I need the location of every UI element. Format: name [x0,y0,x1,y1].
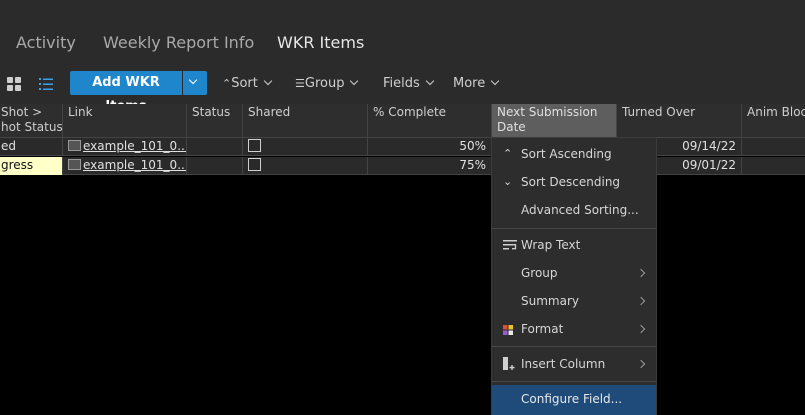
col-label: Anim Block [747,105,805,119]
col-label: Status [192,105,231,119]
film-icon [68,140,81,151]
fields-menu[interactable]: Fields [383,76,435,91]
tab-activity[interactable]: Activity [16,33,76,52]
chevron-right-icon [636,296,646,306]
col-label: Next Submission [497,105,598,119]
sort-descending-icon: ⌄ [503,175,513,188]
menu-divider [492,381,656,382]
sort-ascending-icon: ⌃ [503,147,513,160]
menu-sort-descending[interactable]: ⌄ Sort Descending [492,169,656,195]
chevron-right-icon [636,359,646,369]
cell-shared[interactable] [242,138,367,156]
group-icon: ☰ [295,77,305,90]
menu-divider [492,228,656,229]
menu-item-label: Insert Column [521,357,606,371]
col-status[interactable]: Status [186,104,242,138]
col-next-submission-date[interactable]: Next Submission Date [491,104,616,138]
menu-item-label: Sort Ascending [521,147,612,161]
col-shot-status[interactable]: Shot > hot Status [0,104,62,138]
col-label: Shared [248,105,291,119]
cell-link[interactable]: example_101_0... [62,157,186,175]
menu-sort-ascending[interactable]: ⌃ Sort Ascending [492,141,656,167]
chevron-right-icon [636,324,646,334]
col-turned-over[interactable]: Turned Over [616,104,741,138]
cell-link[interactable]: example_101_0... [62,138,186,156]
col-label: Date [497,120,526,134]
menu-item-label: Sort Descending [521,175,621,189]
menu-divider [492,346,656,347]
column-context-menu: ⌃ Sort Ascending ⌄ Sort Descending Advan… [491,137,657,415]
cell-status[interactable] [186,138,242,156]
col-anim-block[interactable]: Anim Block [741,104,805,138]
link[interactable]: example_101_0... [83,158,186,172]
cell-percent-complete[interactable]: 75% [367,157,491,175]
col-label: Turned Over [622,105,696,119]
col-label: Shot > [1,105,43,119]
sort-label: Sort [231,76,258,91]
menu-summary[interactable]: Summary [492,288,656,314]
more-menu[interactable]: More [453,76,500,91]
shared-checkbox[interactable] [248,158,261,171]
chevron-down-icon [350,76,359,86]
col-shared[interactable]: Shared [242,104,367,138]
add-wkr-items-button[interactable]: Add WKR Items [70,71,182,114]
cell-status[interactable] [186,157,242,175]
col-label: % Complete [373,105,447,119]
wrap-text-icon [503,240,517,250]
col-label: Link [68,105,93,119]
add-dropdown-button[interactable] [183,71,207,95]
list-view-icon[interactable] [38,76,54,92]
col-label: hot Status [1,120,62,134]
menu-insert-column[interactable]: Insert Column [492,351,656,377]
insert-column-icon [503,357,515,370]
menu-item-label: Summary [521,294,579,308]
sort-arrow-icon: ⌃ [222,77,232,90]
menu-item-label: Configure Field... [521,392,623,406]
menu-item-label: Advanced Sorting... [521,203,639,217]
cell-shot-status[interactable]: gress [0,157,62,175]
grid-view-icon[interactable] [6,76,22,92]
chevron-down-icon [425,76,435,86]
tab-wkr-items[interactable]: WKR Items [277,33,364,52]
chevron-down-icon [490,76,500,86]
chevron-down-icon [263,76,273,86]
menu-wrap-text[interactable]: Wrap Text [492,232,656,258]
menu-group[interactable]: Group [492,260,656,286]
menu-item-label: Group [521,266,558,280]
group-menu[interactable]: ☰Group [295,76,359,91]
film-icon [68,159,81,170]
menu-format[interactable]: Format [492,316,656,342]
group-label: Group [304,76,345,91]
col-link[interactable]: Link [62,104,186,138]
cell-anim-block[interactable] [741,157,805,175]
cell-percent-complete[interactable]: 50% [367,138,491,156]
cell-anim-block[interactable] [741,138,805,156]
format-icon [503,325,513,335]
shared-checkbox[interactable] [248,139,261,152]
menu-item-label: Format [521,322,564,336]
more-label: More [453,76,486,91]
sort-menu[interactable]: ⌃Sort [222,76,273,91]
menu-item-label: Wrap Text [521,238,581,252]
cell-shot-status[interactable]: ed [0,138,62,156]
tab-weekly-report-info[interactable]: Weekly Report Info [103,33,254,52]
chevron-right-icon [636,268,646,278]
chevron-down-icon [188,75,198,85]
menu-advanced-sorting[interactable]: Advanced Sorting... [492,197,656,223]
fields-label: Fields [383,76,420,91]
cell-shared[interactable] [242,157,367,175]
menu-configure-field[interactable]: Configure Field... [492,385,656,415]
col-percent-complete[interactable]: % Complete [367,104,491,138]
link[interactable]: example_101_0... [83,139,186,153]
